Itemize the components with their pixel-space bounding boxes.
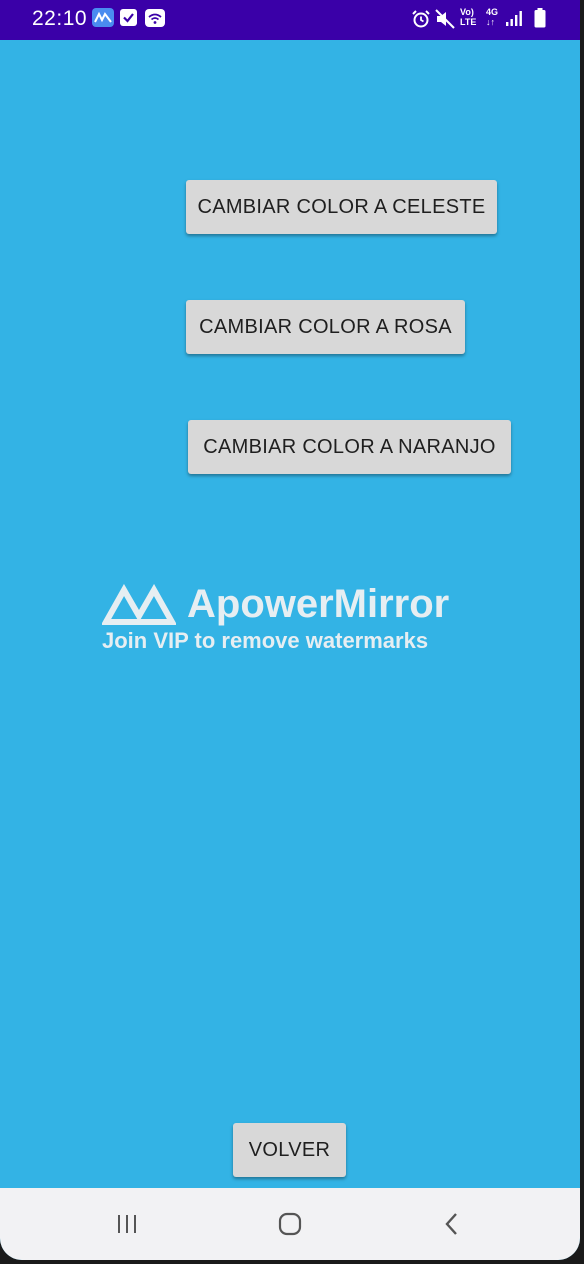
recent-apps-icon[interactable] [107, 1206, 147, 1242]
volte-indicator: Vo) LTE [460, 7, 476, 27]
cambiar-color-naranjo-button[interactable]: CAMBIAR COLOR A NARANJO [188, 420, 511, 474]
apowermirror-logo-icon [100, 583, 178, 626]
cambiar-color-rosa-button[interactable]: CAMBIAR COLOR A ROSA [186, 300, 465, 354]
signal-icon [505, 9, 523, 27]
volte-label-bottom: LTE [460, 17, 477, 27]
back-icon[interactable] [432, 1206, 472, 1242]
network-label: 4G [486, 7, 499, 17]
home-icon[interactable] [270, 1206, 310, 1242]
volte-label-top: Vo) [460, 7, 474, 17]
checkbox-app-icon [120, 9, 137, 26]
wifi-app-icon [145, 9, 165, 27]
watermark-title: ApowerMirror [187, 582, 450, 626]
apowermirror-icon [92, 8, 114, 27]
mute-icon [434, 8, 456, 30]
cambiar-color-celeste-button[interactable]: CAMBIAR COLOR A CELESTE [186, 180, 497, 234]
status-bar: 22:10 Vo) LTE 4G ↓↑ [0, 0, 580, 40]
navigation-bar [0, 1188, 580, 1260]
phone-screen: 22:10 Vo) LTE 4G ↓↑ CAMBIAR COLOR A CELE… [0, 0, 580, 1260]
apowermirror-watermark: ApowerMirror Join VIP to remove watermar… [100, 582, 500, 662]
alarm-icon [410, 8, 432, 30]
volver-button[interactable]: VOLVER [233, 1123, 346, 1177]
status-time: 22:10 [32, 7, 88, 30]
network-type-indicator: 4G ↓↑ [486, 7, 498, 27]
watermark-subtitle: Join VIP to remove watermarks [102, 628, 429, 653]
battery-icon [534, 8, 546, 28]
data-arrows-icon: ↓↑ [486, 17, 495, 27]
